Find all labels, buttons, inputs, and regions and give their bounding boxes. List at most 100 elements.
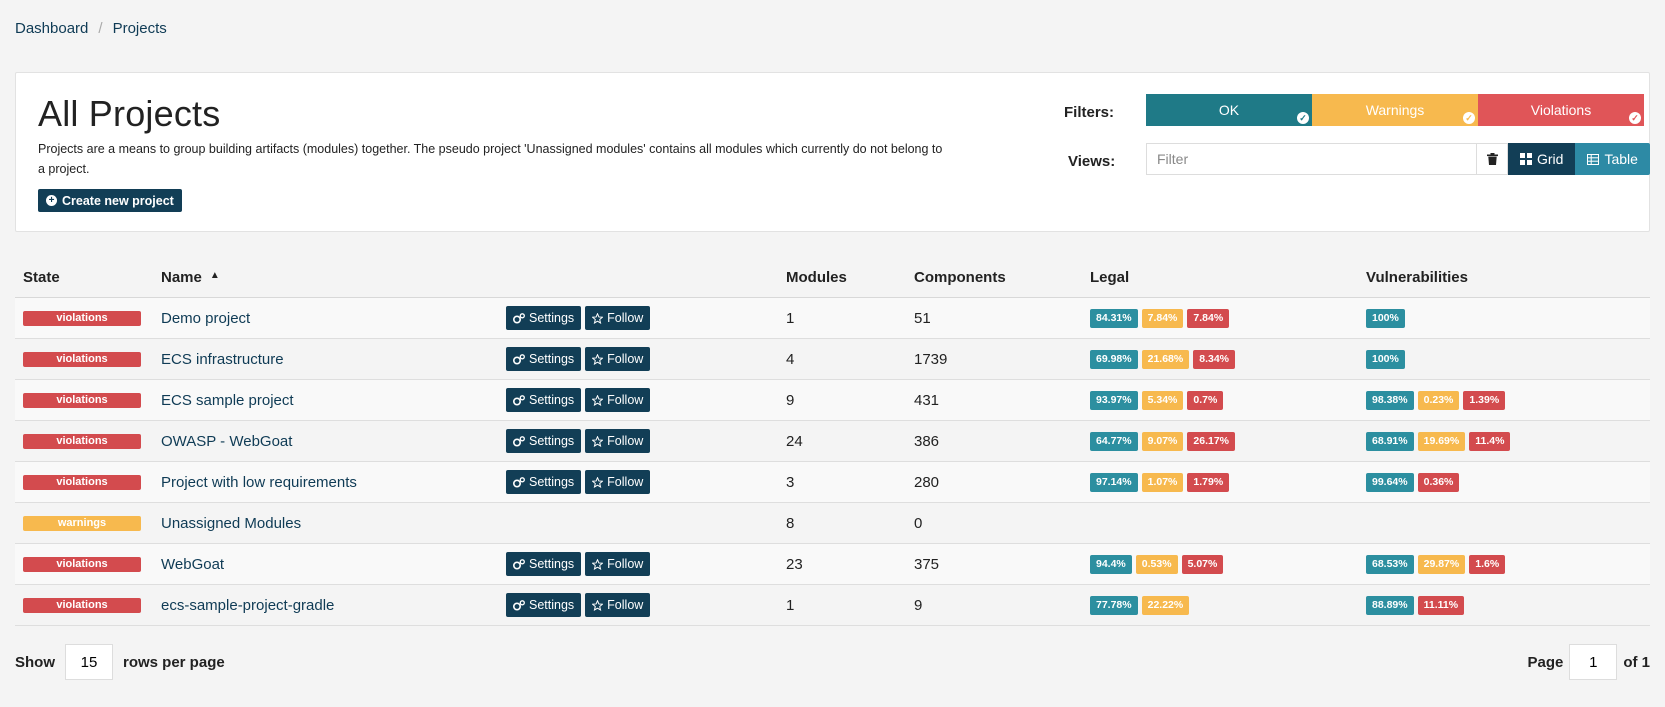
star-outline-icon (592, 353, 604, 365)
project-settings-button[interactable]: Settings (506, 593, 582, 617)
filter-warnings-label: Warnings (1365, 102, 1425, 118)
vulnerability-percentage-badge: 100% (1366, 308, 1405, 328)
project-settings-button[interactable]: Settings (506, 552, 582, 576)
sort-ascending-icon: ▲ (209, 270, 220, 281)
col-state-header[interactable]: State (15, 269, 151, 286)
star-outline-icon (592, 435, 604, 447)
actions-cell: Settings Follow (506, 306, 786, 330)
table-row[interactable]: violations OWASP - WebGoat Settings Foll… (15, 421, 1650, 462)
vulnerabilities-cell: 100% (1366, 349, 1405, 369)
project-name-link[interactable]: ECS infrastructure (161, 351, 284, 368)
name-cell: ECS infrastructure (151, 351, 506, 368)
filter-ok-button[interactable]: OK ✓ (1146, 94, 1312, 126)
modules-cell: 9 (786, 391, 795, 409)
projects-table: State Name ▲ Modules Components Legal Vul… (15, 258, 1650, 626)
legal-percentage-badge: 9.07% (1141, 431, 1184, 451)
legal-percentage-badge: 22.22% (1141, 595, 1190, 615)
components-cell: 51 (914, 309, 931, 327)
views-toolbar: Grid Table (1146, 143, 1650, 175)
table-row[interactable]: violations ECS sample project Settings F… (15, 380, 1650, 421)
state-cell: violations (15, 392, 151, 408)
table-row[interactable]: violations ECS infrastructure Settings F… (15, 339, 1650, 380)
clear-filter-button[interactable] (1476, 143, 1508, 175)
table-row[interactable]: violations Demo project Settings Follow … (15, 298, 1650, 339)
legal-percentage-badge: 69.98% (1090, 349, 1138, 369)
rows-per-page-control: Show rows per page (15, 644, 225, 680)
project-settings-button[interactable]: Settings (506, 470, 582, 494)
page-label: Page (1527, 653, 1564, 671)
col-name-header[interactable]: Name ▲ (151, 269, 506, 286)
state-cell: violations (15, 556, 151, 572)
table-icon (1587, 153, 1600, 165)
table-view-label: Table (1604, 151, 1638, 167)
table-view-button[interactable]: Table (1575, 143, 1650, 175)
col-modules-header[interactable]: Modules (786, 269, 914, 286)
components-cell: 1739 (914, 350, 948, 368)
modules-cell: 3 (786, 473, 795, 491)
modules-cell: 23 (786, 555, 803, 573)
page-description: Projects are a means to group building a… (38, 142, 943, 176)
table-row[interactable]: warnings Unassigned Modules 8 0 (15, 503, 1650, 544)
vulnerabilities-cell: 99.64% 0.36% (1366, 472, 1460, 492)
col-legal-header[interactable]: Legal (1090, 269, 1366, 286)
grid-view-button[interactable]: Grid (1508, 143, 1576, 175)
gears-icon (513, 599, 525, 610)
table-row[interactable]: violations ecs-sample-project-gradle Set… (15, 585, 1650, 626)
check-icon: ✓ (1463, 112, 1475, 124)
page-number-input[interactable] (1569, 644, 1618, 680)
project-follow-button[interactable]: Follow (585, 552, 651, 576)
state-badge: violations (23, 392, 141, 408)
vulnerability-percentage-badge: 11.11% (1417, 595, 1465, 615)
project-name-link[interactable]: Demo project (161, 310, 250, 327)
table-body: violations Demo project Settings Follow … (15, 298, 1650, 626)
legal-cell: 64.77% 9.07% 26.17% (1090, 431, 1366, 451)
filter-warnings-button[interactable]: Warnings ✓ (1312, 94, 1478, 126)
project-follow-button[interactable]: Follow (585, 306, 651, 330)
views-label: Views: (1068, 153, 1116, 170)
project-name-link[interactable]: ECS sample project (161, 392, 294, 409)
create-project-button[interactable]: + Create new project (38, 189, 182, 212)
actions-cell: Settings Follow (506, 347, 786, 371)
follow-label: Follow (607, 598, 644, 612)
breadcrumb-dashboard[interactable]: Dashboard (15, 20, 88, 37)
filter-violations-button[interactable]: Violations ✓ (1478, 94, 1644, 126)
col-vulnerabilities-header[interactable]: Vulnerabilities (1366, 269, 1468, 286)
project-name-link[interactable]: Unassigned Modules (161, 515, 301, 532)
project-name-link[interactable]: Project with low requirements (161, 474, 357, 491)
legal-cell: 84.31% 7.84% 7.84% (1090, 308, 1366, 328)
legal-percentage-badge: 1.07% (1141, 472, 1184, 492)
table-row[interactable]: violations WebGoat Settings Follow 23 37… (15, 544, 1650, 585)
rows-per-page-input[interactable] (65, 644, 113, 680)
star-outline-icon (592, 394, 604, 406)
gears-icon (513, 312, 525, 323)
project-follow-button[interactable]: Follow (585, 470, 651, 494)
breadcrumb-projects[interactable]: Projects (113, 20, 167, 37)
project-settings-button[interactable]: Settings (506, 388, 582, 412)
state-badge: violations (23, 433, 141, 449)
col-components-header[interactable]: Components (914, 269, 1090, 286)
project-follow-button[interactable]: Follow (585, 593, 651, 617)
project-follow-button[interactable]: Follow (585, 388, 651, 412)
modules-cell: 4 (786, 350, 795, 368)
page-total-label: of 1 (1623, 653, 1650, 671)
project-follow-button[interactable]: Follow (585, 347, 651, 371)
check-icon: ✓ (1297, 112, 1309, 124)
project-settings-button[interactable]: Settings (506, 306, 582, 330)
rows-per-page-label: rows per page (123, 653, 225, 671)
vulnerability-percentage-badge: 29.87% (1417, 554, 1466, 574)
project-name-link[interactable]: WebGoat (161, 556, 224, 573)
name-cell: ecs-sample-project-gradle (151, 597, 506, 614)
project-settings-button[interactable]: Settings (506, 347, 582, 371)
name-cell: Unassigned Modules (151, 515, 506, 532)
legal-cell: 93.97% 5.34% 0.7% (1090, 390, 1366, 410)
filter-input[interactable] (1146, 143, 1476, 175)
modules-cell: 8 (786, 514, 795, 532)
project-name-link[interactable]: OWASP - WebGoat (161, 433, 292, 450)
project-settings-button[interactable]: Settings (506, 429, 582, 453)
settings-label: Settings (529, 598, 575, 612)
state-cell: violations (15, 433, 151, 449)
vulnerabilities-cell: 88.89% 11.11% (1366, 595, 1465, 615)
table-row[interactable]: violations Project with low requirements… (15, 462, 1650, 503)
project-follow-button[interactable]: Follow (585, 429, 651, 453)
project-name-link[interactable]: ecs-sample-project-gradle (161, 597, 334, 614)
